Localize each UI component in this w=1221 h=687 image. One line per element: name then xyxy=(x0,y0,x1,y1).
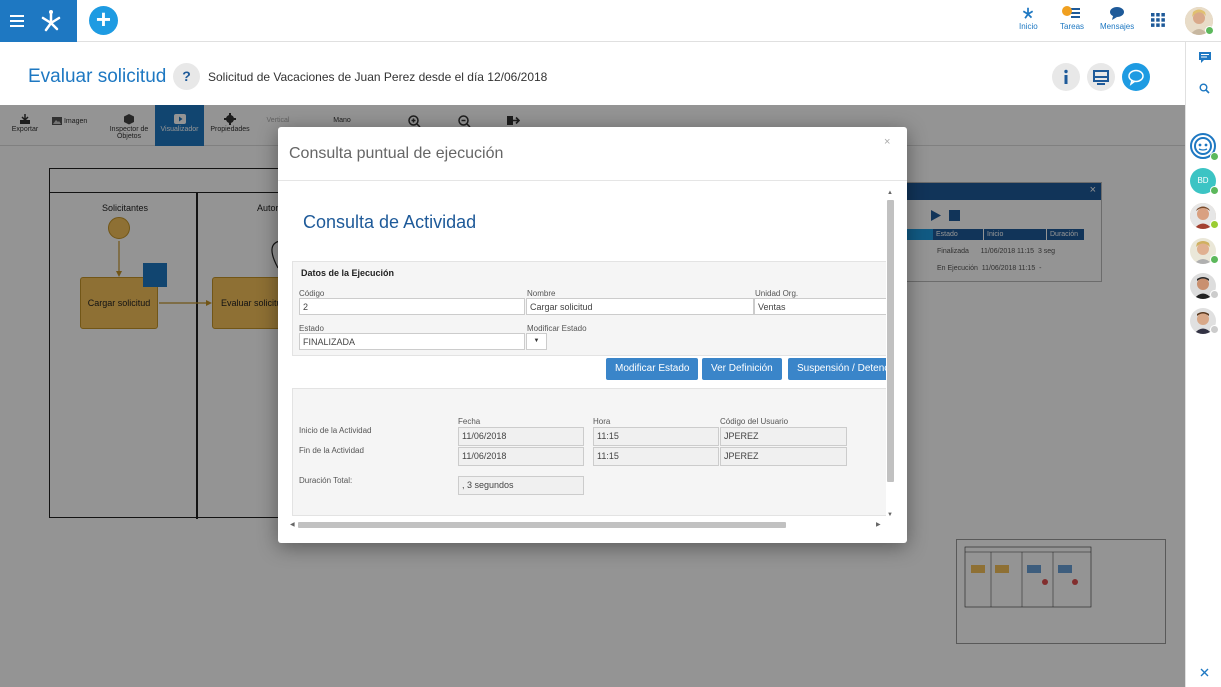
deyel-logo-icon[interactable] xyxy=(38,9,64,33)
dialog-body: Consulta de Actividad Datos de la Ejecuc… xyxy=(278,182,907,543)
online-status-dot xyxy=(1210,255,1219,264)
monitor-icon xyxy=(1093,70,1109,85)
chat-sidebar-icon[interactable] xyxy=(1199,52,1211,63)
help-button[interactable]: ? xyxy=(173,63,200,90)
topbar-tareas[interactable]: Tareas xyxy=(1060,6,1084,31)
scrollbar-thumb[interactable] xyxy=(298,522,786,528)
ver-definicion-button[interactable]: Ver Definición xyxy=(702,358,782,380)
top-bar: + Inicio Tareas Mensajes xyxy=(0,0,1221,42)
info-button[interactable] xyxy=(1052,63,1080,91)
topbar-inicio[interactable]: Inicio xyxy=(1019,6,1038,31)
offline-status-dot xyxy=(1210,290,1219,299)
field-label: Estado xyxy=(299,324,324,333)
codigo-field[interactable]: 2 xyxy=(299,298,525,315)
estado-field[interactable]: FINALIZADA xyxy=(299,333,525,350)
close-icon[interactable]: × xyxy=(884,136,890,148)
speech-bubble-icon xyxy=(1128,69,1144,86)
dialog-title: Consulta puntual de ejecución xyxy=(289,145,504,162)
field-label: Fin de la Actividad xyxy=(299,446,364,455)
process-icon xyxy=(1023,7,1034,19)
unidad-field[interactable]: Ventas xyxy=(754,298,886,315)
scroll-left-icon[interactable]: ◀ xyxy=(290,521,295,528)
page-header: Evaluar solicitud ? Solicitud de Vacacio… xyxy=(0,42,1185,105)
modificar-estado-button[interactable]: Modificar Estado xyxy=(606,358,699,380)
fin-usuario-field[interactable]: JPEREZ xyxy=(720,447,847,466)
inicio-fecha-field[interactable]: 11/06/2018 xyxy=(458,427,584,446)
chat-icon xyxy=(1110,7,1125,20)
brand-block xyxy=(0,0,77,42)
inicio-hora-field[interactable]: 11:15 xyxy=(593,427,719,446)
topbar-mensajes[interactable]: Mensajes xyxy=(1100,6,1134,31)
monitor-button[interactable] xyxy=(1087,63,1115,91)
activity-title: Consulta de Actividad xyxy=(303,212,477,232)
offline-status-dot xyxy=(1210,325,1219,334)
duracion-field[interactable]: , 3 segundos xyxy=(458,476,584,495)
field-label: Hora xyxy=(593,417,611,426)
field-label: Unidad Org. xyxy=(755,289,799,298)
comments-button[interactable] xyxy=(1122,63,1150,91)
topbar-mensajes-label: Mensajes xyxy=(1100,22,1135,31)
online-status-dot xyxy=(1205,26,1214,35)
close-sidebar-icon[interactable] xyxy=(1200,668,1209,677)
page-subtitle: Solicitud de Vacaciones de Juan Perez de… xyxy=(208,70,548,84)
dialog-header: Consulta puntual de ejecución × xyxy=(278,127,907,181)
online-status-dot xyxy=(1210,152,1219,161)
nombre-field[interactable]: Cargar solicitud xyxy=(526,298,754,315)
inicio-usuario-field[interactable]: JPEREZ xyxy=(720,427,847,446)
search-icon[interactable] xyxy=(1199,83,1210,94)
apps-grid-icon[interactable] xyxy=(1151,13,1165,27)
scroll-right-icon[interactable]: ▶ xyxy=(876,521,881,528)
fin-fecha-field[interactable]: 11/06/2018 xyxy=(458,447,584,466)
fin-hora-field[interactable]: 11:15 xyxy=(593,447,719,466)
field-label: Duración Total: xyxy=(299,476,353,485)
online-status-dot xyxy=(1210,220,1219,229)
topbar-tareas-label: Tareas xyxy=(1060,22,1085,31)
online-status-dot xyxy=(1210,186,1219,195)
topbar-inicio-label: Inicio xyxy=(1019,22,1038,31)
page-title: Evaluar solicitud xyxy=(28,66,167,87)
field-label: Modificar Estado xyxy=(527,324,587,333)
field-label: Fecha xyxy=(458,417,481,426)
modificar-estado-select[interactable]: ▼ xyxy=(526,333,547,350)
dialog-content: Consulta de Actividad Datos de la Ejecuc… xyxy=(278,182,886,522)
field-label: Código xyxy=(299,289,325,298)
scrollbar-thumb[interactable] xyxy=(887,200,894,482)
suspension-button[interactable]: Suspensión / Detenc xyxy=(788,358,886,380)
field-label: Nombre xyxy=(527,289,556,298)
vertical-scrollbar[interactable]: ▲ ▼ xyxy=(886,190,895,522)
execution-data-section: Datos de la Ejecución Código 2 Nombre Ca… xyxy=(292,261,886,356)
right-sidebar: BD xyxy=(1185,42,1221,687)
hamburger-menu-icon[interactable] xyxy=(10,12,24,30)
scroll-down-icon[interactable]: ▼ xyxy=(887,512,893,518)
scroll-up-icon[interactable]: ▲ xyxy=(887,190,893,196)
tasks-icon xyxy=(1062,6,1080,18)
execution-query-dialog: Consulta puntual de ejecución × Consulta… xyxy=(278,127,907,543)
add-button[interactable]: + xyxy=(89,6,118,35)
info-icon xyxy=(1064,69,1068,84)
field-label: Código del Usuario xyxy=(720,417,789,426)
horizontal-scrollbar[interactable]: ◀ ▶ xyxy=(290,521,886,529)
section-title: Datos de la Ejecución xyxy=(301,268,395,278)
time-data-section: Fecha Hora Código del Usuario Inicio de … xyxy=(292,388,886,516)
field-label: Inicio de la Actividad xyxy=(299,426,372,435)
